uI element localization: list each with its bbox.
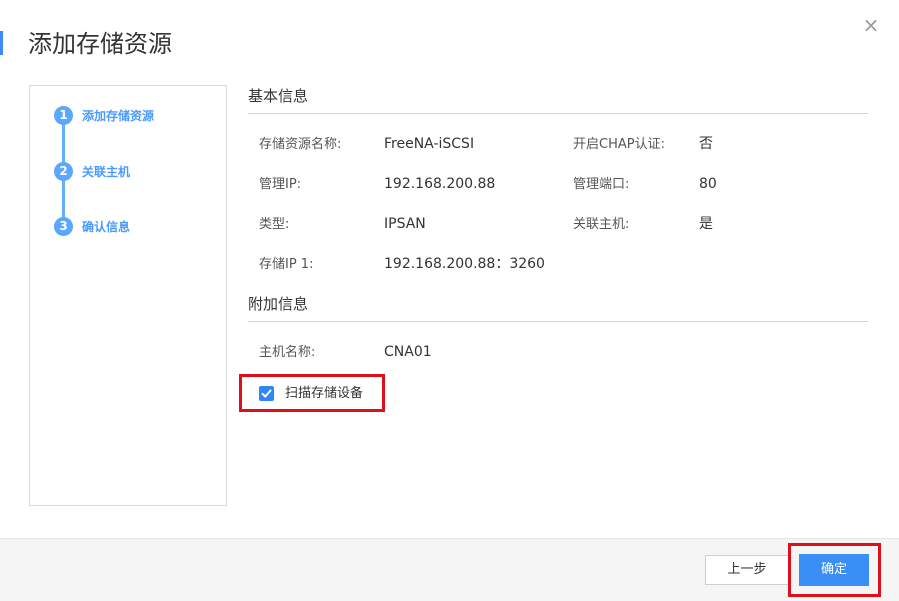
mgmt-ip-label: 管理IP:: [259, 177, 302, 192]
storage-name-value: FreeNA-iSCSI: [384, 136, 475, 152]
mgmt-port-label: 管理端口:: [573, 177, 630, 192]
step-number-1: 1: [54, 106, 73, 125]
storage-ip-value: 192.168.200.88：3260: [384, 256, 545, 272]
storage-name-label: 存储资源名称:: [259, 137, 342, 152]
chap-auth-value: 否: [699, 136, 713, 152]
host-name-label: 主机名称:: [259, 345, 316, 360]
step-label-1: 添加存储资源: [82, 109, 155, 123]
mgmt-port-value: 80: [699, 176, 717, 192]
step-label-3: 确认信息: [82, 220, 131, 234]
step-number-3: 3: [54, 217, 73, 236]
confirm-highlight-box: [788, 543, 881, 597]
host-name-value: CNA01: [384, 344, 432, 360]
extra-info-divider: [248, 321, 868, 322]
mgmt-ip-value: 192.168.200.88: [384, 176, 496, 192]
chap-auth-label: 开启CHAP认证:: [573, 137, 665, 152]
linked-host-value: 是: [699, 216, 713, 232]
storage-ip-label: 存储IP 1:: [259, 257, 314, 272]
type-value: IPSAN: [384, 216, 426, 232]
type-label: 类型:: [259, 217, 290, 232]
basic-info-title: 基本信息: [248, 87, 309, 105]
checkbox-highlight-box: [239, 374, 385, 412]
step-number-2: 2: [54, 162, 73, 181]
close-icon[interactable]: ×: [860, 14, 882, 36]
previous-step-button[interactable]: 上一步: [705, 555, 789, 585]
step-label-2: 关联主机: [82, 165, 131, 179]
extra-info-title: 附加信息: [248, 295, 309, 313]
basic-info-divider: [248, 113, 868, 114]
linked-host-label: 关联主机:: [573, 217, 630, 232]
dialog-title: 添加存储资源: [28, 30, 172, 58]
title-accent-bar: [0, 31, 3, 55]
add-storage-dialog: 添加存储资源 × 1 添加存储资源 2 关联主机 3 确认信息 基本信息 存储资…: [0, 0, 899, 601]
steps-panel: 1 添加存储资源 2 关联主机 3 确认信息: [29, 85, 227, 506]
